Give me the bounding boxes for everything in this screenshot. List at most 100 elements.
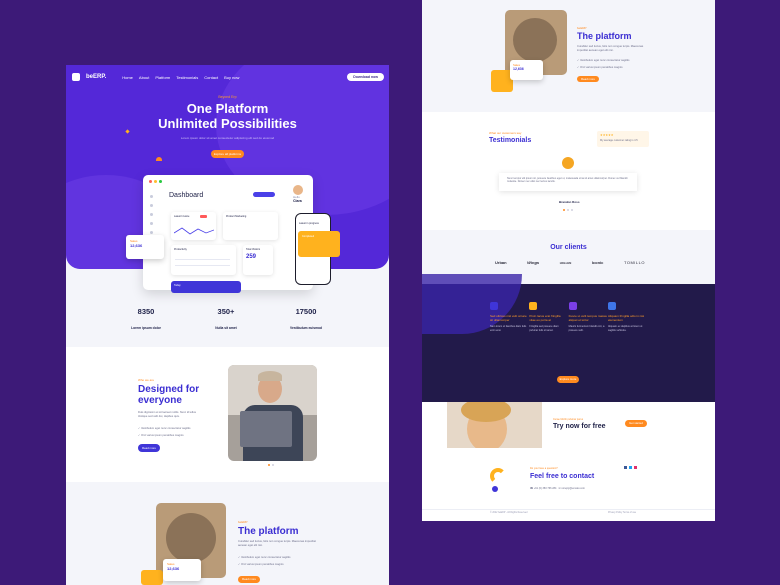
hero-title-line2: Unlimited Possibilities — [158, 116, 297, 131]
phone-icon: ☎ — [530, 487, 534, 490]
quote-author: Brandon Ross — [559, 200, 580, 204]
try-eyebrow: Curae Morbi pulvinar purus — [553, 418, 584, 421]
stat-value: 8350 — [137, 307, 155, 316]
star-rating-icon: ★★★★★ — [600, 133, 614, 137]
client-logo: Urban — [495, 260, 507, 265]
read-more-button[interactable]: Read more — [138, 444, 160, 452]
card-label: Product Marketing — [226, 215, 247, 218]
features-grid: Sed ultrices nisl velit ornare sit ullam… — [490, 302, 646, 360]
decor-orange-card — [141, 570, 163, 585]
check-text: Orci varius ipsum penatibus magnis — [141, 434, 184, 437]
decor-shape — [492, 486, 498, 492]
top-nav: beERP. Home About Platform Testimonials … — [72, 70, 384, 84]
hero-title: One Platform Unlimited Possibilities — [66, 101, 389, 131]
contact-info: ☎ +61 (0) 383 766 284 ✉ noreply@envato.c… — [530, 487, 585, 490]
productivity-card: Productivity — [171, 245, 236, 275]
feature-text: Fringilla sed posuere diam pulvinar feli… — [529, 325, 559, 332]
progress-card: Completed — [298, 231, 340, 257]
client-logo: Wings — [527, 260, 540, 265]
progress-status: Completed — [302, 235, 315, 238]
feature-text: Aliquam ex dapibus at lorem ut sagittis … — [607, 325, 643, 332]
check-item: ✓ Orci varius ipsum penatibus magnis — [577, 66, 623, 69]
card-label: Total Visitors — [246, 248, 261, 251]
check-item: ✓ Orci varius ipsum penatibus magnis — [138, 434, 184, 437]
check-item: ✓ Orci varius ipsum penatibus magnis — [238, 563, 284, 566]
rating-badge: ★★★★★ My average customer rating is 4.5 — [597, 131, 649, 147]
platform-read-more-button[interactable]: Read more — [238, 576, 260, 583]
check-text: Vestibulum eget nunc consectetur sagitti… — [580, 59, 630, 62]
contact-phone[interactable]: +61 (0) 383 766 284 — [534, 487, 557, 490]
get-started-button[interactable]: Get started — [625, 420, 647, 427]
quote-text: Nunc tempor elit ipsum sit, posuere fauc… — [507, 177, 628, 184]
instagram-icon[interactable] — [634, 466, 637, 469]
client-logo: HOLLEN — [559, 260, 572, 265]
nav-about[interactable]: About — [139, 75, 149, 80]
contact-eyebrow: Do you have a question? — [530, 467, 558, 470]
check-item: ✓ Vestibulum eget nunc consectetur sagit… — [577, 59, 630, 62]
platform-section — [66, 485, 389, 585]
feature-card: Proin lacus erat fringilla vitae eu port… — [529, 302, 567, 360]
testimonials-section — [422, 112, 715, 230]
sales-label: Sales — [130, 239, 138, 243]
platform-text: Curabitur sed luctus, felis non congue t… — [577, 45, 644, 52]
check-text: Orci varius ipsum penatibus magnis — [241, 563, 284, 566]
visitors-metric: 259 — [246, 254, 257, 260]
decor-shape — [156, 157, 162, 161]
nav-buy-now[interactable]: Buy now — [224, 75, 239, 80]
check-text: Vestibulum eget nunc consectetur sagitti… — [241, 556, 291, 559]
carousel-dots[interactable] — [268, 464, 274, 466]
dashboard-mockup: Dashboard Hello Clara Latest Invoice Pro… — [143, 175, 313, 293]
stat-item: 350+ Nulla sit amet — [186, 307, 266, 334]
explore-button[interactable]: Explore more — [557, 376, 579, 383]
decor-shape — [125, 129, 130, 134]
feature-card: Sed ultrices nisl velit ornare sit ullam… — [490, 302, 528, 360]
bottom-bar-label: Today — [174, 284, 181, 287]
carousel-dots[interactable] — [563, 209, 573, 211]
landing-page-preview-right: Sales 12,636 beERP The platform Curabitu… — [422, 0, 715, 521]
hero-cta-button[interactable]: Explore all platforms — [211, 150, 244, 158]
stat-label: Lorem ipsum dolor — [131, 326, 161, 330]
feature-icon — [607, 302, 616, 310]
contact-email[interactable]: noreply@envato.com — [561, 487, 585, 490]
feature-card: Fusce ut velit tempus massa aliquet et t… — [568, 302, 607, 360]
card-label: Latest Invoice — [174, 215, 190, 218]
client-logos: Urban Wings HOLLEN Iconic TOMILLO — [495, 260, 645, 265]
platform-title: The platform — [238, 526, 299, 537]
nav-testimonials[interactable]: Testimonials — [176, 75, 198, 80]
feature-icon — [529, 302, 538, 310]
decor-shape — [490, 468, 506, 484]
check-item: ✓ Vestibulum eget nunc consectetur sagit… — [138, 427, 191, 430]
nav-home[interactable]: Home — [122, 75, 133, 80]
testimonials-eyebrow: What our customers say — [489, 131, 522, 135]
dashboard-user: Hello Clara — [293, 185, 303, 203]
dashboard-action-pill[interactable] — [253, 192, 275, 197]
feature-icon — [490, 302, 498, 310]
nav-platform[interactable]: Platform — [155, 75, 170, 80]
avatar — [293, 185, 303, 195]
phone-card-label: Latest in progress — [299, 222, 319, 225]
sales-value: 12,636 — [130, 243, 143, 248]
stat-label: Nulla sit amet — [215, 326, 237, 330]
card-label: Productivity — [174, 248, 187, 251]
download-button[interactable]: Download now — [347, 73, 384, 81]
platform-read-more-button[interactable]: Read more — [577, 76, 599, 82]
facebook-icon[interactable] — [624, 466, 627, 469]
sales-card: Sales 12,636 — [163, 559, 201, 581]
dashboard-bottom-bar: Today — [171, 281, 241, 293]
sales-label: Sales — [167, 562, 175, 566]
logo[interactable]: beERP. — [86, 74, 106, 80]
feature-title: Aliquam fringilla odio in nisi elementum — [607, 314, 645, 322]
testimonial-avatar — [562, 157, 574, 169]
footer-links[interactable]: Privacy Policy Terms of use — [608, 512, 636, 514]
designed-title: Designed for everyone — [138, 384, 200, 406]
client-logo: TOMILLO — [623, 260, 645, 265]
quote-card: Nunc tempor elit ipsum sit, posuere fauc… — [499, 173, 637, 191]
nav-contact[interactable]: Contact — [204, 75, 218, 80]
sales-card: Sales 12,636 — [510, 60, 543, 80]
visitors-card: Total Visitors 259 — [243, 245, 273, 275]
invoice-card: Latest Invoice — [171, 212, 216, 240]
feature-title: Proin lacus erat fringilla vitae eu port… — [529, 314, 561, 322]
designed-text: Duis dignissim et sit laoreet mollis. Nu… — [138, 411, 196, 418]
twitter-icon[interactable] — [629, 466, 632, 469]
marketing-card: Product Marketing — [223, 212, 278, 240]
